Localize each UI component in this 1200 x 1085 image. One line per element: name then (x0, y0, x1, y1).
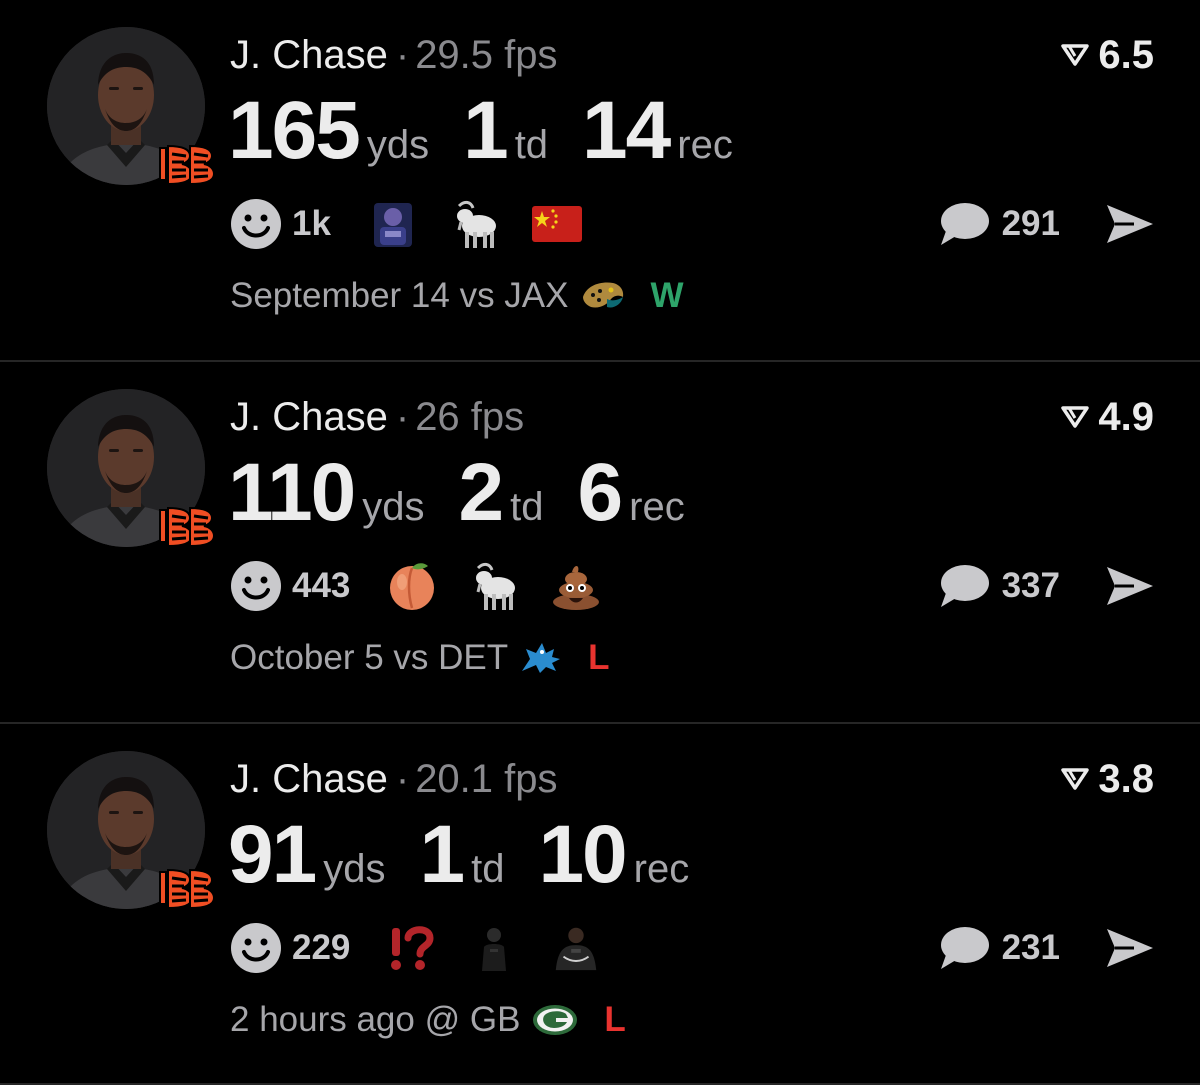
rating-triangle-icon (1061, 406, 1090, 428)
stat-line: 165 yds 1 td 14 rec (228, 86, 767, 176)
send-arrow-icon (1107, 929, 1153, 967)
comment-count: 337 (1001, 566, 1060, 605)
touchdowns-value: 1 (463, 85, 509, 176)
reaction-count: 1k (292, 204, 331, 243)
packers-logo-icon (533, 1005, 578, 1035)
player-name[interactable]: J. Chase (230, 757, 388, 801)
receptions-unit: rec (629, 485, 685, 529)
stat-line: 91 yds 1 td 10 rec (228, 810, 723, 900)
post-header: J. Chase · 20.1 fps (230, 756, 558, 802)
comment-bubble-icon (940, 203, 989, 245)
fantasy-points: 20.1 fps (415, 757, 558, 801)
stat-post-card[interactable]: J. Chase · 29.5 fps 6.5 165 yds 1 td 14 rec 1… (0, 0, 1200, 362)
comment-bubble-icon (940, 927, 989, 969)
stat-post-card[interactable]: J. Chase · 26 fps 4.9 110 yds 2 td 6 rec 443 (0, 362, 1200, 724)
jaguars-logo-icon (582, 282, 623, 308)
rating-triangle-icon (1061, 44, 1090, 66)
game-date-opponent: 2 hours ago @ GB (230, 1000, 521, 1039)
share-button[interactable] (1104, 200, 1156, 248)
game-result-loss: L (604, 1000, 626, 1039)
yards-value: 91 (228, 809, 317, 900)
rating-badge: 4.9 (1060, 394, 1154, 440)
rating-triangle-icon (1061, 768, 1090, 790)
yards-unit: yds (362, 485, 425, 529)
fantasy-points: 29.5 fps (415, 33, 558, 77)
game-info: October 5 vs DET L (230, 636, 610, 680)
game-result-win: W (650, 276, 684, 315)
touchdowns-value: 1 (419, 809, 465, 900)
share-button[interactable] (1104, 562, 1156, 610)
yards-unit: yds (323, 847, 386, 891)
bengals-logo-icon (156, 504, 216, 548)
send-arrow-icon (1107, 567, 1153, 605)
send-arrow-icon (1107, 205, 1153, 243)
comment-count: 291 (1001, 204, 1060, 243)
comments-button[interactable]: 291 (938, 198, 1060, 250)
post-header: J. Chase · 29.5 fps (230, 32, 558, 78)
post-header: J. Chase · 26 fps (230, 394, 524, 440)
separator-dot: · (395, 757, 410, 801)
poop-icon[interactable] (550, 560, 602, 612)
separator-dot: · (395, 33, 410, 77)
rating-value: 6.5 (1098, 33, 1154, 77)
reactions-bar: 229 (230, 922, 632, 974)
yards-unit: yds (366, 123, 430, 167)
touchdowns-unit: td (514, 123, 549, 167)
receptions-value: 10 (538, 809, 627, 900)
yards-value: 110 (228, 447, 356, 538)
reaction-count: 443 (292, 566, 351, 605)
smiley-reaction-icon[interactable] (230, 198, 282, 250)
fantasy-points: 26 fps (415, 395, 525, 439)
brooklyn-player-image-icon[interactable] (550, 922, 602, 974)
reaction-count: 229 (292, 928, 351, 967)
game-date-opponent: September 14 vs JAX (230, 276, 569, 315)
reactions-bar: 443 (230, 560, 632, 612)
receptions-unit: rec (633, 847, 690, 891)
touchdowns-unit: td (510, 485, 544, 529)
stat-line: 110 yds 2 td 6 rec (228, 448, 719, 538)
smiley-reaction-icon[interactable] (230, 560, 282, 612)
bengals-logo-icon (156, 866, 216, 910)
goat-icon[interactable] (468, 560, 520, 612)
comment-count: 231 (1001, 928, 1060, 967)
post-feed: J. Chase · 29.5 fps 6.5 165 yds 1 td 14 rec 1… (0, 0, 1200, 1085)
player-name[interactable]: J. Chase (230, 33, 388, 77)
peach-icon[interactable] (386, 560, 438, 612)
touchdowns-value: 2 (458, 447, 505, 538)
person-image-icon[interactable] (468, 922, 520, 974)
separator-dot: · (395, 395, 410, 439)
share-button[interactable] (1104, 924, 1156, 972)
smiley-reaction-icon[interactable] (230, 922, 282, 974)
china-flag-icon[interactable] (531, 198, 583, 250)
rating-badge: 6.5 (1060, 32, 1154, 78)
stat-post-card[interactable]: J. Chase · 20.1 fps 3.8 91 yds 1 td 10 rec 22… (0, 724, 1200, 1085)
rating-badge: 3.8 (1060, 756, 1154, 802)
receptions-unit: rec (677, 123, 733, 167)
rating-value: 4.9 (1098, 395, 1154, 439)
game-date-opponent: October 5 vs DET (230, 638, 509, 677)
receptions-value: 14 (582, 85, 671, 176)
comments-button[interactable]: 337 (938, 560, 1060, 612)
game-result-loss: L (588, 638, 610, 677)
lions-logo-icon (522, 643, 561, 673)
receptions-value: 6 (577, 447, 624, 538)
comment-bubble-icon (940, 565, 989, 607)
goat-icon[interactable] (449, 198, 501, 250)
game-info: 2 hours ago @ GB L (230, 998, 626, 1042)
yards-value: 165 (228, 85, 361, 176)
bengals-logo-icon (156, 142, 216, 186)
character-image-icon[interactable] (367, 198, 419, 250)
rating-value: 3.8 (1098, 757, 1154, 801)
touchdowns-unit: td (471, 847, 505, 891)
comments-button[interactable]: 231 (938, 922, 1060, 974)
interrobang-icon[interactable] (386, 922, 438, 974)
reactions-bar: 1k (230, 198, 613, 250)
player-name[interactable]: J. Chase (230, 395, 388, 439)
game-info: September 14 vs JAX W (230, 274, 684, 318)
